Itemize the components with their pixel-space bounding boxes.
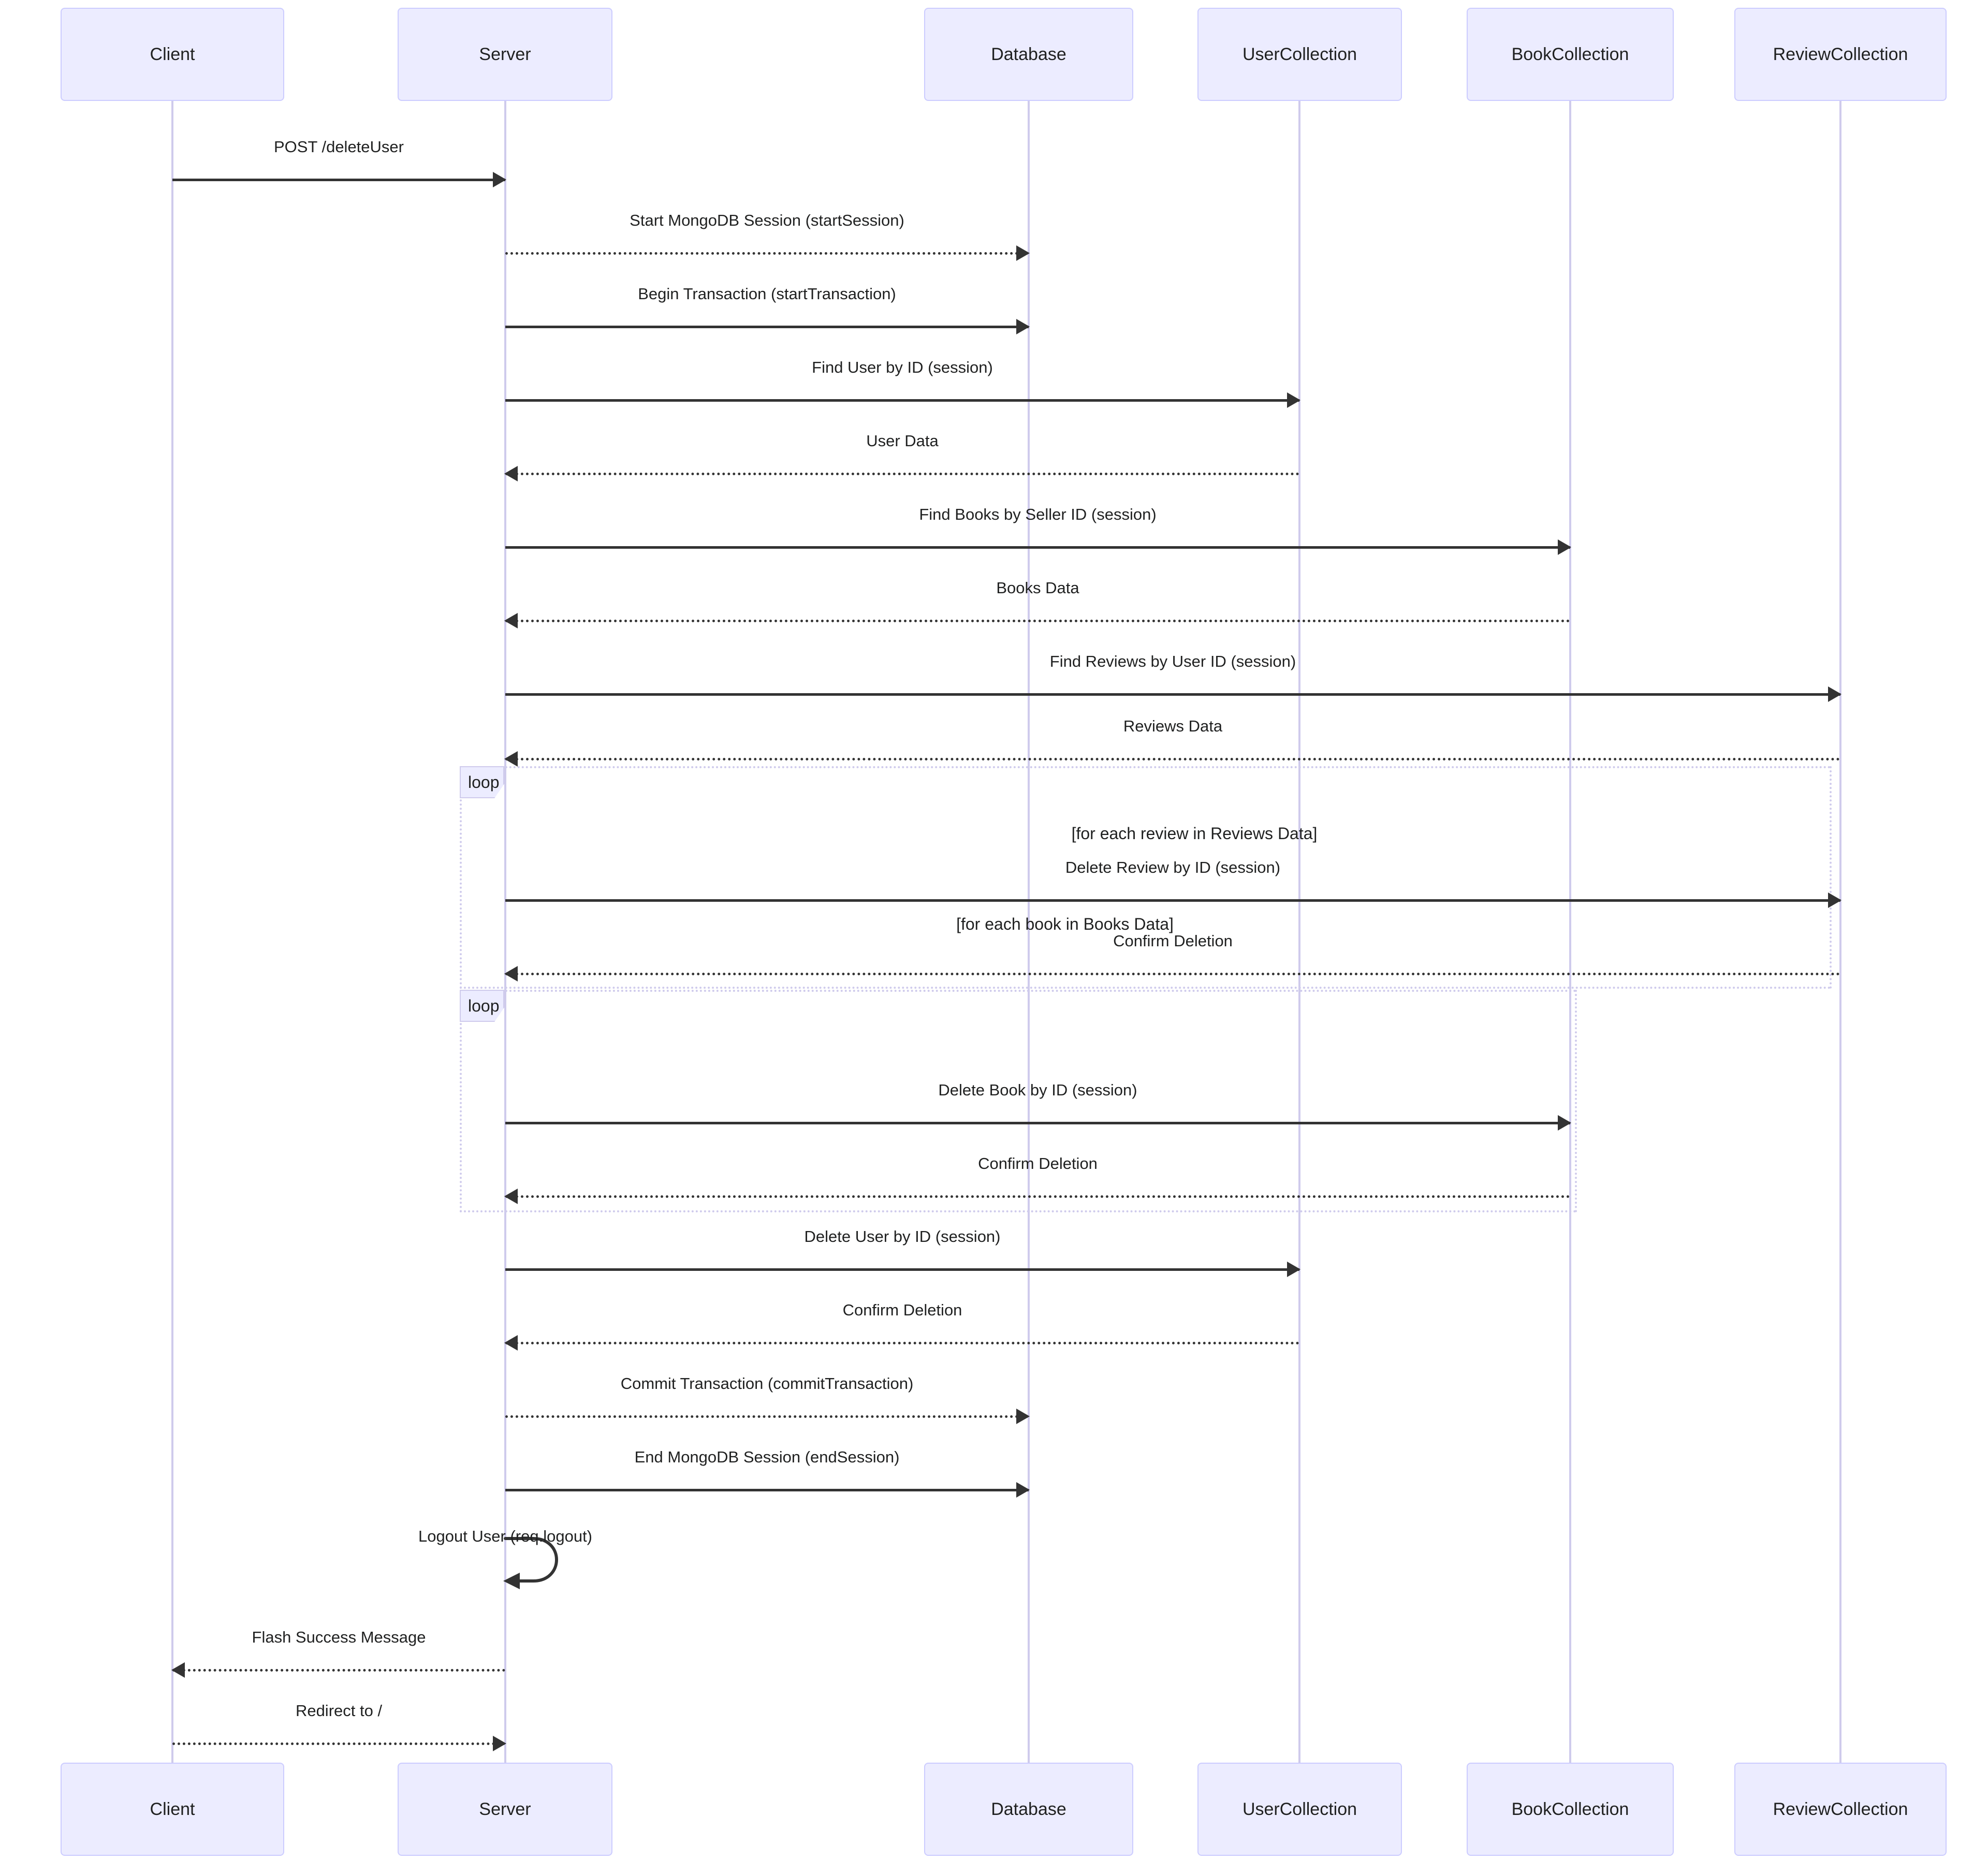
arrowhead-icon-m12 bbox=[1558, 1115, 1571, 1131]
arrowhead-icon-m16 bbox=[1016, 1409, 1030, 1424]
message-label-m16: Commit Transaction (commitTransaction) bbox=[620, 1374, 914, 1393]
message-label-m13: Confirm Deletion bbox=[978, 1154, 1098, 1173]
message-line-m16 bbox=[505, 1415, 1029, 1418]
message-label-m6: Find Books by Seller ID (session) bbox=[919, 505, 1157, 523]
message-line-m1 bbox=[172, 179, 505, 181]
arrowhead-icon-m19 bbox=[171, 1662, 185, 1678]
lifeline-bookcollection bbox=[1569, 101, 1571, 1763]
message-label-m4: Find User by ID (session) bbox=[812, 358, 993, 376]
arrowhead-icon-m6 bbox=[1558, 539, 1571, 555]
actor-label-server: Server bbox=[479, 1799, 531, 1819]
actor-label-client: Client bbox=[150, 1799, 195, 1819]
message-line-m4 bbox=[505, 399, 1299, 402]
actor-label-database: Database bbox=[991, 44, 1066, 64]
actor-label-server: Server bbox=[479, 44, 531, 64]
actor-label-usercollection: UserCollection bbox=[1242, 44, 1357, 64]
message-line-m20 bbox=[172, 1742, 505, 1745]
message-label-m5: User Data bbox=[866, 432, 939, 450]
message-line-m5 bbox=[505, 473, 1299, 475]
message-line-m14 bbox=[505, 1268, 1299, 1271]
actor-label-usercollection: UserCollection bbox=[1242, 1799, 1357, 1819]
arrowhead-icon-m14 bbox=[1287, 1262, 1300, 1277]
message-label-m9: Reviews Data bbox=[1123, 717, 1223, 735]
lifeline-client bbox=[171, 101, 173, 1763]
actor-box-bookcollection-top[interactable]: BookCollection bbox=[1467, 8, 1674, 101]
message-label-m14: Delete User by ID (session) bbox=[804, 1227, 1001, 1246]
actor-box-server-top[interactable]: Server bbox=[398, 8, 612, 101]
loop-condition-loop-books: [for each book in Books Data] bbox=[956, 915, 1174, 933]
message-line-m12 bbox=[505, 1122, 1570, 1124]
arrowhead-icon-m15 bbox=[504, 1335, 518, 1351]
actor-label-bookcollection: BookCollection bbox=[1511, 44, 1629, 64]
lifeline-usercollection bbox=[1298, 101, 1300, 1763]
message-label-m19: Flash Success Message bbox=[252, 1628, 426, 1646]
actor-label-client: Client bbox=[150, 44, 195, 64]
message-label-m20: Redirect to / bbox=[295, 1702, 383, 1720]
sequence-diagram-canvas: loop [for each review in Reviews Data] loo… bbox=[0, 0, 1988, 1875]
message-label-m12: Delete Book by ID (session) bbox=[938, 1081, 1137, 1099]
actor-box-client-top[interactable]: Client bbox=[61, 8, 284, 101]
arrowhead-icon-m9 bbox=[504, 751, 518, 767]
message-label-m2: Start MongoDB Session (startSession) bbox=[630, 211, 904, 229]
message-line-m13 bbox=[505, 1195, 1570, 1198]
arrowhead-icon-m7 bbox=[504, 613, 518, 628]
message-label-m7: Books Data bbox=[996, 579, 1079, 597]
message-label-m17: End MongoDB Session (endSession) bbox=[634, 1448, 900, 1466]
message-line-m3 bbox=[505, 326, 1029, 328]
message-label-m10: Delete Review by ID (session) bbox=[1065, 858, 1281, 876]
message-label-m3: Begin Transaction (startTransaction) bbox=[638, 285, 896, 303]
arrowhead-icon-m2 bbox=[1016, 245, 1030, 261]
actor-box-reviewcollection-top[interactable]: ReviewCollection bbox=[1734, 8, 1947, 101]
arrowhead-icon-m11 bbox=[504, 966, 518, 982]
message-line-m2 bbox=[505, 252, 1029, 255]
message-line-m19 bbox=[172, 1669, 505, 1672]
message-label-m1: POST /deleteUser bbox=[274, 138, 404, 156]
loop-condition-loop-reviews: [for each review in Reviews Data] bbox=[1071, 824, 1318, 843]
lifeline-reviewcollection bbox=[1839, 101, 1841, 1763]
arrowhead-icon-m8 bbox=[1828, 686, 1841, 702]
message-line-m11 bbox=[505, 973, 1840, 975]
message-line-m17 bbox=[505, 1489, 1029, 1491]
actor-label-bookcollection: BookCollection bbox=[1511, 1799, 1629, 1819]
actor-box-reviewcollection-bottom[interactable]: ReviewCollection bbox=[1734, 1763, 1947, 1856]
self-message-label-m18: Logout User (req.logout) bbox=[418, 1527, 593, 1545]
actor-box-bookcollection-bottom[interactable]: BookCollection bbox=[1467, 1763, 1674, 1856]
actor-box-server-bottom[interactable]: Server bbox=[398, 1763, 612, 1856]
loop-fragment-loop-books bbox=[460, 990, 1577, 1212]
arrowhead-icon-m20 bbox=[493, 1736, 506, 1751]
message-label-m11: Confirm Deletion bbox=[1113, 932, 1233, 950]
message-label-m8: Find Reviews by User ID (session) bbox=[1049, 652, 1296, 670]
arrowhead-icon-m1 bbox=[493, 172, 506, 187]
message-line-m6 bbox=[505, 546, 1570, 549]
loop-tag-loop-reviews: loop bbox=[460, 766, 504, 798]
message-line-m10 bbox=[505, 899, 1840, 902]
actor-label-reviewcollection: ReviewCollection bbox=[1773, 1799, 1908, 1819]
actor-label-database: Database bbox=[991, 1799, 1066, 1819]
arrowhead-icon-m17 bbox=[1016, 1482, 1030, 1498]
arrowhead-icon-m4 bbox=[1287, 392, 1300, 408]
arrowhead-icon-m13 bbox=[504, 1189, 518, 1204]
actor-box-client-bottom[interactable]: Client bbox=[61, 1763, 284, 1856]
message-label-m15: Confirm Deletion bbox=[842, 1301, 962, 1319]
message-line-m9 bbox=[505, 758, 1840, 760]
actor-box-usercollection-bottom[interactable]: UserCollection bbox=[1197, 1763, 1402, 1856]
actor-box-database-bottom[interactable]: Database bbox=[924, 1763, 1133, 1856]
lifeline-server bbox=[504, 101, 506, 1763]
message-line-m7 bbox=[505, 620, 1570, 622]
loop-fragment-loop-reviews bbox=[460, 766, 1832, 989]
loop-tag-loop-books: loop bbox=[460, 990, 504, 1022]
arrowhead-icon-m3 bbox=[1016, 319, 1030, 334]
message-line-m15 bbox=[505, 1342, 1299, 1344]
arrowhead-icon-m10 bbox=[1828, 892, 1841, 908]
arrowhead-icon-m5 bbox=[504, 466, 518, 481]
actor-box-usercollection-top[interactable]: UserCollection bbox=[1197, 8, 1402, 101]
message-line-m8 bbox=[505, 693, 1840, 696]
actor-box-database-top[interactable]: Database bbox=[924, 8, 1133, 101]
actor-label-reviewcollection: ReviewCollection bbox=[1773, 44, 1908, 64]
